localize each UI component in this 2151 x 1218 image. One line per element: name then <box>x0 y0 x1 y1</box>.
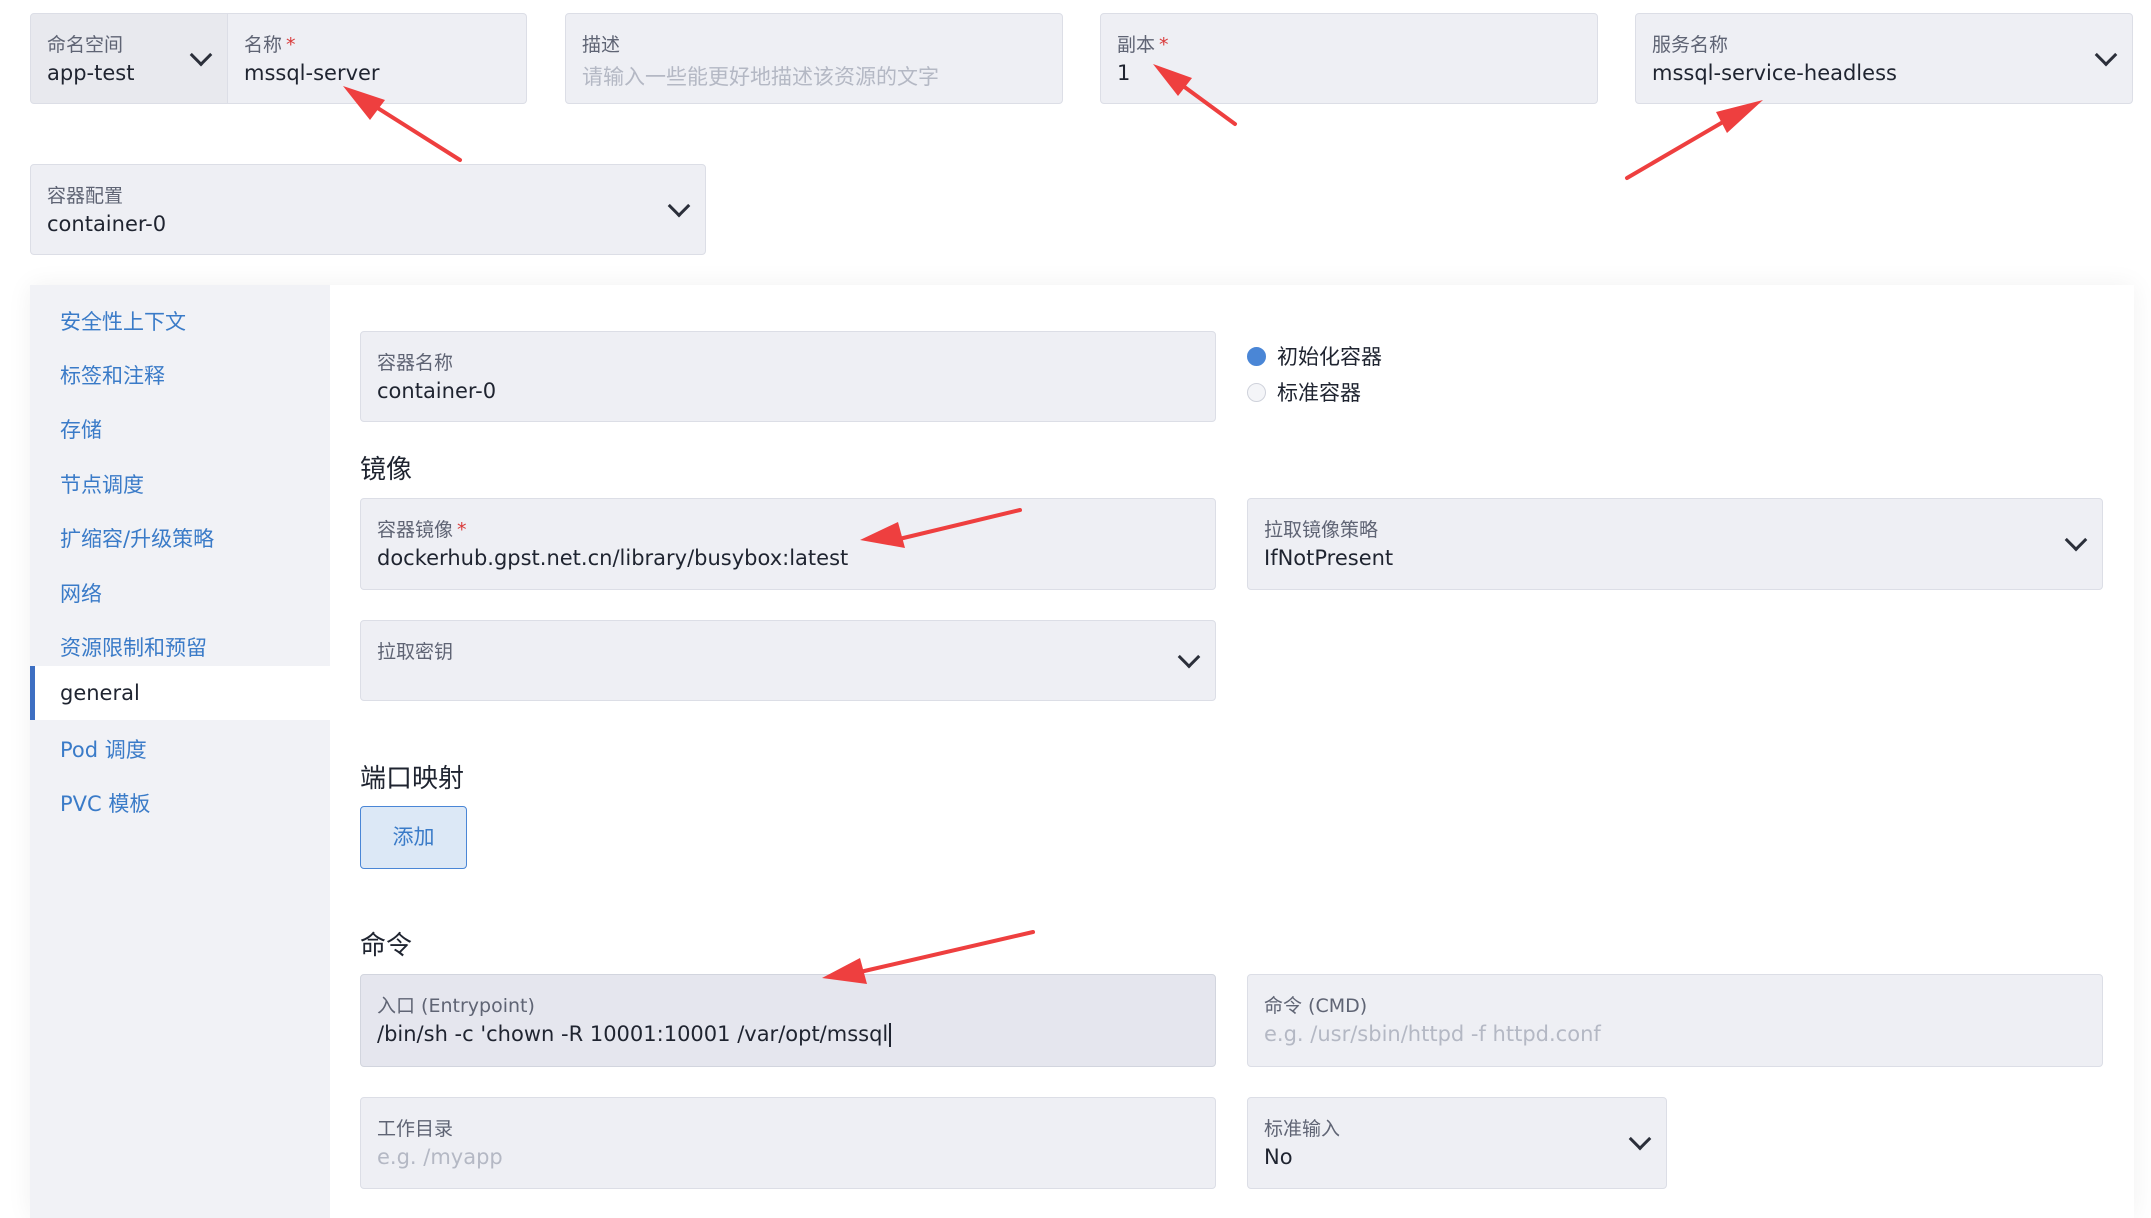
arrow-to-service-head <box>1716 100 1763 133</box>
annotation-arrows <box>343 64 1763 984</box>
arrow-to-entrypoint <box>858 930 1035 974</box>
arrow-to-replicas-head <box>1153 64 1192 96</box>
arrow-to-name-head <box>343 86 385 120</box>
arrow-to-service <box>1625 113 1737 180</box>
arrow-to-entrypoint-head <box>822 958 867 984</box>
arrow-to-name <box>363 98 462 162</box>
arrow-to-image <box>893 508 1022 542</box>
arrow-to-image-head <box>860 522 905 548</box>
